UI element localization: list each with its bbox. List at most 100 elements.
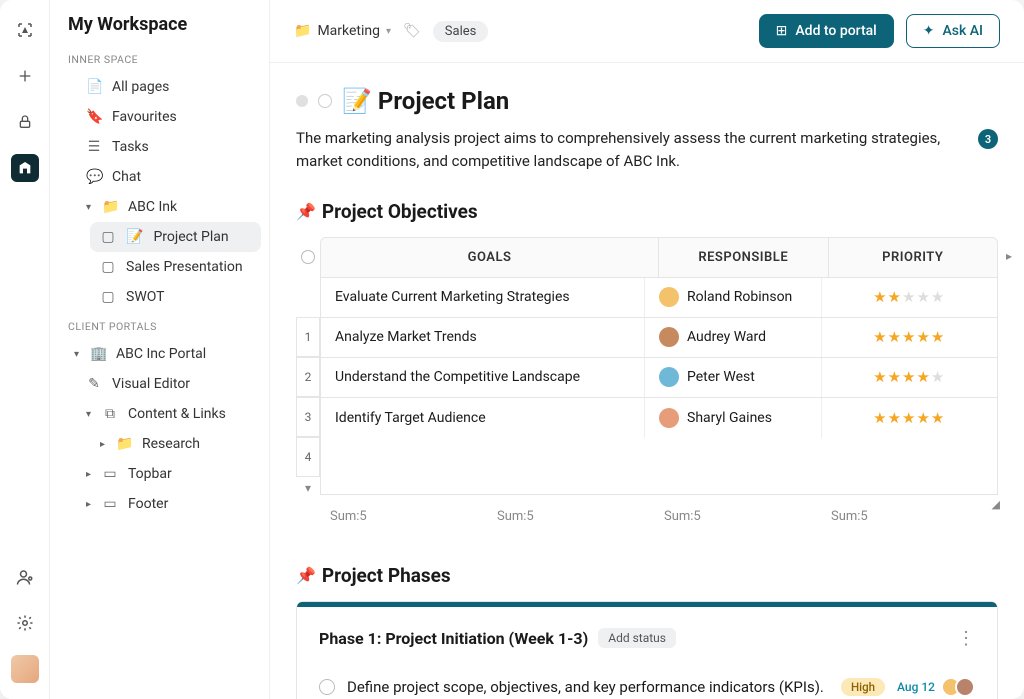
nav-abc-portal[interactable]: ▾ 🏢 ABC Inc Portal xyxy=(64,339,261,369)
nav-abc-ink[interactable]: ▾📁ABC Ink xyxy=(76,192,261,222)
layout-icon: ▭ xyxy=(102,466,118,482)
add-icon[interactable] xyxy=(11,62,39,90)
section-objectives-heading: 📌 Project Objectives xyxy=(296,200,998,223)
nav-footer[interactable]: ▸ ▭ Footer xyxy=(76,489,261,519)
workspace-icon[interactable] xyxy=(11,154,39,182)
col-priority[interactable]: PRIORITY xyxy=(829,238,998,277)
tag-chip[interactable]: Sales xyxy=(433,21,489,42)
tag-pill[interactable]: High xyxy=(841,678,885,696)
nav-content-links[interactable]: ▾⧉Content & Links xyxy=(76,399,261,429)
assignee-avatar[interactable] xyxy=(955,677,975,697)
nav-label: Content & Links xyxy=(128,406,226,422)
table-row[interactable]: Analyze Market TrendsAudrey Ward★★★★★ xyxy=(321,318,997,358)
emoji-picker-icon[interactable] xyxy=(318,94,332,108)
cell-responsible: Roland Robinson xyxy=(645,278,822,317)
nav-label: All pages xyxy=(112,79,169,95)
members-icon[interactable] xyxy=(11,563,39,591)
star-rating[interactable]: ★★★★★ xyxy=(873,409,945,427)
title-text: Project Plan xyxy=(378,87,509,115)
avatar xyxy=(659,408,679,428)
task-checkbox[interactable] xyxy=(319,679,335,695)
add-status-chip[interactable]: Add status xyxy=(598,628,676,648)
sum-row: Sum:5Sum:5 Sum:5 Sum:5 xyxy=(296,503,998,524)
assignee-group[interactable] xyxy=(947,677,975,697)
add-to-portal-button[interactable]: ⊞ Add to portal xyxy=(759,14,894,48)
folder-icon: 📁 xyxy=(116,436,132,452)
pin-icon: 📌 xyxy=(296,202,316,221)
caret-right-icon: ▸ xyxy=(100,439,110,450)
phase-card: Phase 1: Project Initiation (Week 1-3) A… xyxy=(296,601,998,699)
cell-goal: Evaluate Current Marketing Strategies xyxy=(321,278,645,317)
caret-right-icon: ▸ xyxy=(86,499,96,510)
task-row[interactable]: Define project scope, objectives, and ke… xyxy=(319,667,975,699)
table-row[interactable]: Understand the Competitive LandscapePete… xyxy=(321,358,997,398)
table-row[interactable]: Evaluate Current Marketing StrategiesRol… xyxy=(321,278,997,318)
select-all-circle[interactable] xyxy=(301,250,315,264)
nav-favourites[interactable]: 🔖Favourites xyxy=(76,102,261,132)
sum-value: Sum:5 xyxy=(831,509,998,524)
breadcrumb-folder[interactable]: 📁 Marketing ▾ xyxy=(294,23,391,39)
cell-priority: ★★★★★ xyxy=(822,278,998,317)
col-goals[interactable]: GOALS xyxy=(321,238,659,277)
portal-add-icon: ⊞ xyxy=(776,23,788,39)
expand-down-icon[interactable]: ▾ xyxy=(296,481,320,495)
settings-icon[interactable] xyxy=(11,609,39,637)
cell-goal: Understand the Competitive Landscape xyxy=(321,358,645,397)
heading-text: Project Objectives xyxy=(322,200,478,223)
star-rating[interactable]: ★★★★★ xyxy=(873,288,945,306)
breadcrumb-label: Marketing xyxy=(317,23,380,39)
page-icon: ▢ xyxy=(100,259,116,275)
col-responsible[interactable]: RESPONSIBLE xyxy=(659,238,829,277)
memo-icon: 📝 xyxy=(342,87,372,115)
nav-visual-editor[interactable]: ✎Visual Editor xyxy=(76,369,261,399)
task-text: Define project scope, objectives, and ke… xyxy=(347,678,829,696)
nav-tasks[interactable]: ☰Tasks xyxy=(76,132,261,162)
portal-icon: 🏢 xyxy=(90,346,106,362)
caret-down-icon: ▾ xyxy=(74,349,84,360)
nav-label: ABC Ink xyxy=(128,199,177,215)
nav-label: Sales Presentation xyxy=(126,259,243,275)
lock-icon[interactable] xyxy=(11,108,39,136)
expand-right-icon[interactable]: ▸ xyxy=(1006,249,1012,263)
phase-menu-icon[interactable]: ⋮ xyxy=(957,628,975,649)
row-number[interactable]: 4 xyxy=(296,437,320,477)
content: 📝 Project Plan The marketing analysis pr… xyxy=(270,63,1024,699)
cell-priority: ★★★★★ xyxy=(822,358,998,397)
nav-topbar[interactable]: ▸▭Topbar xyxy=(76,459,261,489)
nav-all-pages[interactable]: 📄 All pages xyxy=(76,72,261,102)
nav-project-plan[interactable]: ▢📝Project Plan xyxy=(90,222,261,252)
avatar xyxy=(659,327,679,347)
nav-sales-presentation[interactable]: ▢ Sales Presentation xyxy=(90,252,261,282)
sidebar: My Workspace INNER SPACE 📄All pages 🔖Fav… xyxy=(50,0,270,699)
comment-count-badge[interactable]: 3 xyxy=(978,129,998,149)
app-rail xyxy=(0,0,50,699)
section-portals: CLIENT PORTALS xyxy=(64,312,261,339)
task-date[interactable]: Aug 12 xyxy=(897,680,935,694)
resize-handle-icon[interactable]: ◢ xyxy=(992,498,1000,511)
nav-chat[interactable]: 💬Chat xyxy=(76,162,261,192)
nav-research[interactable]: ▸📁Research xyxy=(90,429,261,459)
nav-label: Tasks xyxy=(112,139,149,155)
nav-label: ABC Inc Portal xyxy=(116,346,206,362)
nav-swot[interactable]: ▢SWOT xyxy=(90,282,261,312)
star-rating[interactable]: ★★★★★ xyxy=(873,368,945,386)
phase-title: Phase 1: Project Initiation (Week 1-3) xyxy=(319,629,588,648)
pencil-icon: ✎ xyxy=(86,376,102,392)
row-number[interactable]: 2 xyxy=(296,357,320,397)
row-number[interactable]: 1 xyxy=(296,317,320,357)
page-description: The marketing analysis project aims to c… xyxy=(296,127,966,174)
layout-icon: ▭ xyxy=(102,496,118,512)
nav-label: Footer xyxy=(128,496,168,512)
star-rating[interactable]: ★★★★★ xyxy=(873,328,945,346)
ask-ai-button[interactable]: ✦ Ask AI xyxy=(906,14,1000,48)
page-icon: ▢ xyxy=(100,229,116,245)
avatar xyxy=(659,367,679,387)
user-avatar[interactable] xyxy=(11,655,39,683)
progress-bar xyxy=(297,602,997,607)
row-number[interactable]: 3 xyxy=(296,397,320,437)
sum-value: Sum:5 xyxy=(664,509,831,524)
focus-icon[interactable] xyxy=(11,16,39,44)
table-row[interactable]: Identify Target AudienceSharyl Gaines★★★… xyxy=(321,398,997,438)
caret-right-icon: ▸ xyxy=(86,469,96,480)
page-icon: 📄 xyxy=(86,79,102,95)
